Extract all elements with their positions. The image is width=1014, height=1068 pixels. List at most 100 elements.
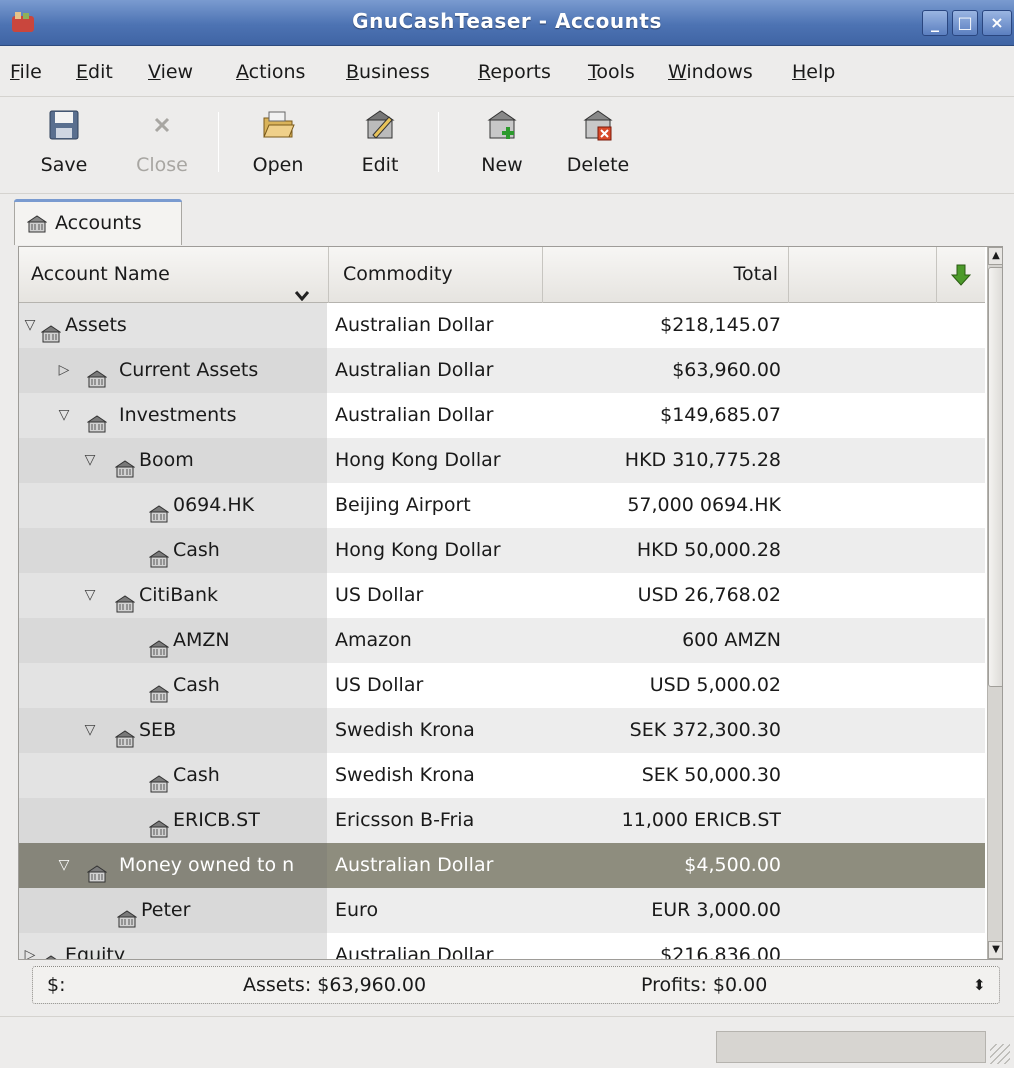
commodity-cell: Swedish Krona: [335, 764, 475, 786]
scroll-up-button[interactable]: ▲: [988, 247, 1002, 265]
menu-bar: File Edit View Actions Business Reports …: [0, 47, 1014, 97]
account-icon: [86, 406, 108, 433]
menu-actions[interactable]: Actions: [236, 61, 305, 83]
account-tree[interactable]: Account Name Commodity Total ▽ Assets Aust…: [18, 246, 1003, 960]
scroll-down-button[interactable]: ▼: [988, 941, 1002, 959]
total-cell: $4,500.00: [684, 854, 781, 876]
delete-account-button[interactable]: Delete: [556, 108, 640, 188]
account-name-cell: ▽ SEB: [19, 708, 329, 753]
new-account-button[interactable]: New: [466, 108, 538, 188]
menu-tools[interactable]: Tools: [588, 61, 635, 83]
open-button[interactable]: Open: [238, 108, 318, 188]
account-name-cell: Cash: [19, 528, 329, 573]
menu-file[interactable]: File: [10, 61, 42, 83]
commodity-cell: Hong Kong Dollar: [335, 449, 501, 471]
tab-accounts[interactable]: Accounts: [14, 199, 182, 245]
column-header-total[interactable]: Total: [543, 247, 789, 303]
table-row[interactable]: ▽ SEB Swedish Krona SEK 372,300.30: [19, 708, 985, 753]
menu-reports[interactable]: Reports: [478, 61, 551, 83]
menu-help[interactable]: Help: [792, 61, 835, 83]
total-cell: $216,836.00: [660, 944, 781, 960]
collapse-triangle-icon[interactable]: ▽: [21, 303, 39, 348]
account-icon: [27, 215, 47, 233]
account-icon: [148, 541, 170, 568]
table-row[interactable]: ▽ Investments Australian Dollar $149,685.07: [19, 393, 985, 438]
column-header-commodity[interactable]: Commodity: [329, 247, 543, 303]
resize-grip-icon[interactable]: [990, 1044, 1010, 1064]
total-cell: $218,145.07: [660, 314, 781, 336]
table-row[interactable]: Cash US Dollar USD 5,000.02: [19, 663, 985, 708]
toolbar-separator: [438, 112, 439, 172]
save-button[interactable]: Save: [26, 108, 102, 188]
menu-business[interactable]: Business: [346, 61, 430, 83]
total-cell: 600 AMZN: [682, 629, 781, 651]
column-header-account-name[interactable]: Account Name: [19, 247, 329, 303]
account-name: Boom: [139, 449, 194, 471]
collapse-triangle-icon[interactable]: ▽: [55, 393, 73, 438]
table-row[interactable]: ▽ Money owned to n Australian Dollar $4,500…: [19, 843, 985, 888]
tree-header: Account Name Commodity Total: [19, 247, 985, 303]
scrollbar-thumb[interactable]: [988, 267, 1002, 687]
close-icon: [154, 117, 170, 133]
account-name-cell: Peter: [19, 888, 329, 933]
expand-triangle-icon[interactable]: ▷: [55, 348, 73, 393]
total-cell: USD 26,768.02: [637, 584, 781, 606]
commodity-cell: Australian Dollar: [335, 854, 494, 876]
minimize-button[interactable]: _: [922, 10, 948, 36]
close-window-button[interactable]: ×: [982, 10, 1012, 36]
table-row[interactable]: ▷ Current Assets Australian Dollar $63,960.…: [19, 348, 985, 393]
table-row[interactable]: ▽ Boom Hong Kong Dollar HKD 310,775.28: [19, 438, 985, 483]
progress-bar: [716, 1031, 986, 1063]
account-name-cell: 0694.HK: [19, 483, 329, 528]
table-row[interactable]: Cash Hong Kong Dollar HKD 50,000.28: [19, 528, 985, 573]
total-cell: $63,960.00: [672, 359, 781, 381]
summary-selector-icon[interactable]: ⬍: [973, 976, 986, 994]
edit-button[interactable]: Edit: [344, 108, 416, 188]
account-icon: [40, 316, 62, 343]
maximize-button[interactable]: □: [952, 10, 978, 36]
total-cell: SEK 50,000.30: [641, 764, 781, 786]
delete-account-icon: [583, 110, 613, 141]
table-row[interactable]: 0694.HK Beijing Airport 57,000 0694.HK: [19, 483, 985, 528]
account-name-cell: ▽ Money owned to n: [19, 843, 329, 888]
commodity-cell: Australian Dollar: [335, 359, 494, 381]
account-name: ERICB.ST: [173, 809, 260, 831]
expand-triangle-icon[interactable]: ▷: [21, 933, 39, 959]
commodity-cell: US Dollar: [335, 674, 424, 696]
collapse-triangle-icon[interactable]: ▽: [81, 708, 99, 753]
collapse-triangle-icon[interactable]: ▽: [81, 438, 99, 483]
account-name-cell: ▽ Investments: [19, 393, 329, 438]
table-row[interactable]: ▽ Assets Australian Dollar $218,145.07: [19, 303, 985, 348]
menu-view[interactable]: View: [148, 61, 193, 83]
account-icon: [114, 451, 136, 478]
total-cell: HKD 50,000.28: [636, 539, 781, 561]
vertical-scrollbar[interactable]: ▲ ▼: [987, 247, 1002, 959]
menu-edit[interactable]: Edit: [76, 61, 113, 83]
account-icon: [41, 946, 61, 959]
column-selector-button[interactable]: [937, 247, 985, 303]
collapse-triangle-icon[interactable]: ▽: [81, 573, 99, 618]
toolbar-separator: [218, 112, 219, 172]
close-button[interactable]: Close: [124, 108, 200, 188]
table-row[interactable]: ▽ CitiBank US Dollar USD 26,768.02: [19, 573, 985, 618]
summary-bar[interactable]: $: Assets: $63,960.00 Profits: $0.00 ⬍: [32, 966, 1000, 1004]
account-name: Equity: [65, 944, 126, 960]
account-name: Money owned to n: [119, 854, 295, 876]
table-row[interactable]: ▷ Equity Australian Dollar $216,836.00: [19, 933, 985, 960]
menu-windows[interactable]: Windows: [668, 61, 753, 83]
summary-assets: Assets: $63,960.00: [243, 974, 427, 996]
toolbar: Save Close Open Edit New Delete: [0, 98, 1014, 194]
account-name-cell: ERICB.ST: [19, 798, 329, 843]
table-row[interactable]: AMZN Amazon 600 AMZN: [19, 618, 985, 663]
table-row[interactable]: Peter Euro EUR 3,000.00: [19, 888, 985, 933]
account-name: Cash: [173, 539, 220, 561]
commodity-cell: Australian Dollar: [335, 404, 494, 426]
table-row[interactable]: ERICB.ST Ericsson B-Fria 11,000 ERICB.ST: [19, 798, 985, 843]
collapse-triangle-icon[interactable]: ▽: [55, 843, 73, 888]
edit-account-icon: [365, 110, 395, 139]
account-name: 0694.HK: [173, 494, 255, 516]
account-name: SEB: [139, 719, 177, 741]
table-row[interactable]: Cash Swedish Krona SEK 50,000.30: [19, 753, 985, 798]
commodity-cell: Australian Dollar: [335, 944, 494, 960]
summary-currency: $:: [47, 974, 66, 996]
